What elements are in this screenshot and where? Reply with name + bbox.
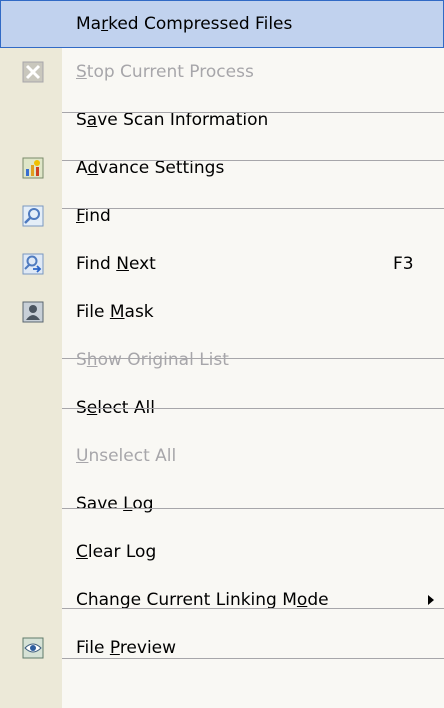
menu-separator bbox=[62, 658, 444, 659]
menu-item-save-scan-information[interactable]: Save Scan Information bbox=[0, 96, 444, 144]
stop-icon bbox=[22, 61, 44, 83]
menu-item-label: File Preview bbox=[76, 638, 177, 658]
menu-separator bbox=[62, 508, 444, 509]
menu-item-find[interactable]: Find bbox=[0, 192, 444, 240]
menu-separator bbox=[62, 208, 444, 209]
menu-item-label: Change Current Linking Mode bbox=[76, 590, 329, 610]
menu-items: Marked Compressed Files Stop Current Pro… bbox=[0, 0, 444, 672]
menu-item-advance-settings[interactable]: Advance Settings bbox=[0, 144, 444, 192]
settings-icon bbox=[22, 157, 44, 179]
menu-item-label: Clear Log bbox=[76, 542, 157, 562]
menu-item-label: Stop Current Process bbox=[76, 62, 254, 82]
menu-item-label: Save Scan Information bbox=[76, 110, 269, 130]
menu-item-save-log[interactable]: Save Log bbox=[0, 480, 444, 528]
menu-separator bbox=[62, 112, 444, 113]
menu-item-marked-compressed-files[interactable]: Marked Compressed Files bbox=[0, 0, 444, 48]
menu-item-show-original-list[interactable]: Show Original List bbox=[0, 336, 444, 384]
shortcut-label: F3 bbox=[393, 254, 414, 274]
eye-icon bbox=[22, 637, 44, 659]
context-menu: Marked Compressed Files Stop Current Pro… bbox=[0, 0, 444, 708]
menu-item-label: Show Original List bbox=[76, 350, 229, 370]
find-next-icon bbox=[22, 253, 44, 275]
menu-separator bbox=[62, 160, 444, 161]
menu-item-file-preview[interactable]: File Preview bbox=[0, 624, 444, 672]
menu-item-label: Find Next bbox=[76, 254, 156, 274]
menu-item-label: Advance Settings bbox=[76, 158, 225, 178]
submenu-arrow-icon bbox=[428, 595, 434, 605]
menu-item-label: Find bbox=[76, 206, 111, 226]
menu-item-label: Marked Compressed Files bbox=[76, 14, 293, 34]
menu-item-change-current-linking-mode[interactable]: Change Current Linking Mode bbox=[0, 576, 444, 624]
menu-item-file-mask[interactable]: File Mask bbox=[0, 288, 444, 336]
menu-item-clear-log[interactable]: Clear Log bbox=[0, 528, 444, 576]
menu-separator bbox=[62, 408, 444, 409]
menu-item-label: Save Log bbox=[76, 494, 154, 514]
menu-item-label: File Mask bbox=[76, 302, 154, 322]
file-mask-icon bbox=[22, 301, 44, 323]
find-icon bbox=[22, 205, 44, 227]
menu-separator bbox=[62, 608, 444, 609]
menu-item-label: Unselect All bbox=[76, 446, 177, 466]
menu-item-unselect-all[interactable]: Unselect All bbox=[0, 432, 444, 480]
menu-item-stop-current-process[interactable]: Stop Current Process bbox=[0, 48, 444, 96]
menu-separator bbox=[62, 358, 444, 359]
menu-item-find-next[interactable]: Find Next F3 bbox=[0, 240, 444, 288]
